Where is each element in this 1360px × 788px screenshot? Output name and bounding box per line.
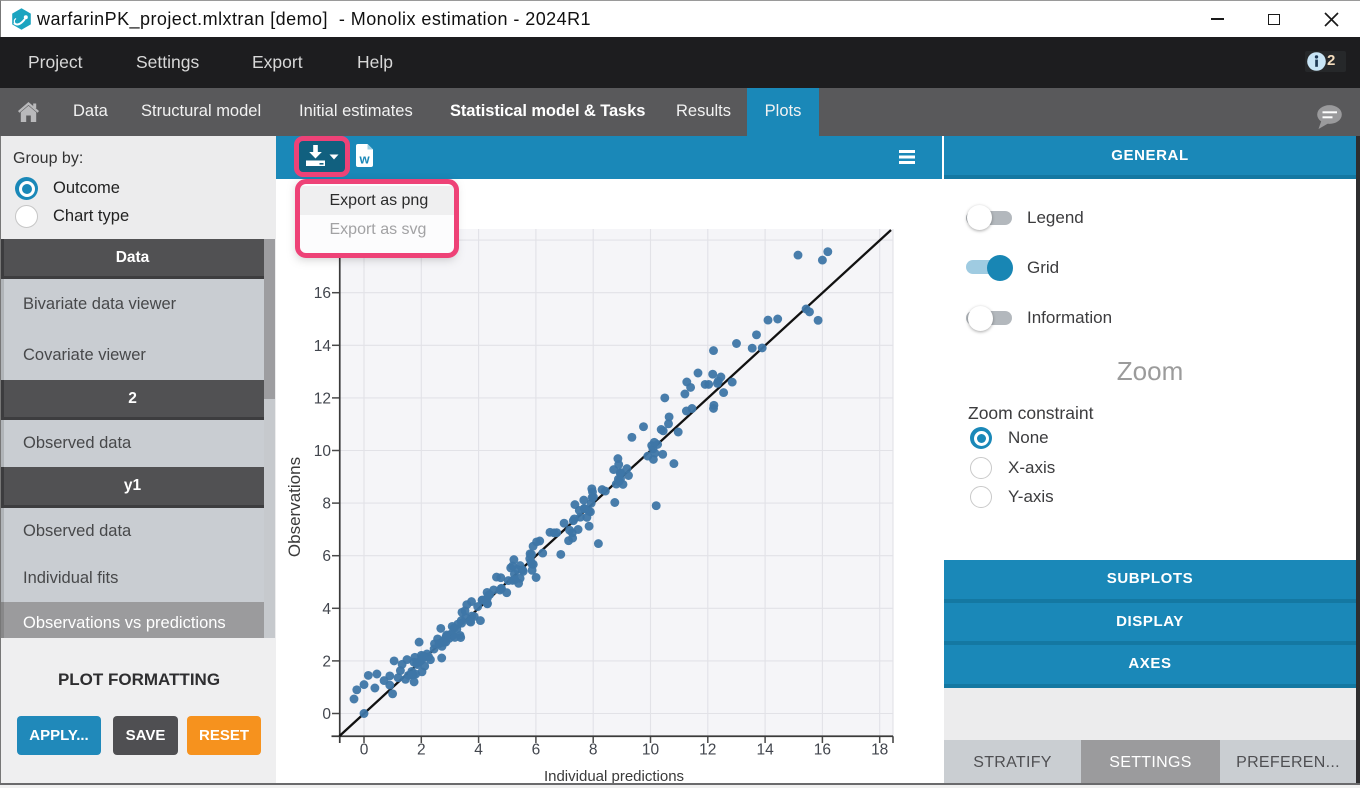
svg-text:12: 12 bbox=[699, 742, 716, 759]
svg-text:4: 4 bbox=[474, 742, 483, 759]
svg-text:2: 2 bbox=[322, 653, 331, 670]
svg-text:16: 16 bbox=[814, 742, 831, 759]
svg-text:2: 2 bbox=[417, 742, 426, 759]
svg-text:8: 8 bbox=[322, 496, 331, 513]
svg-text:14: 14 bbox=[756, 742, 774, 759]
svg-text:16: 16 bbox=[314, 285, 331, 302]
svg-text:18: 18 bbox=[871, 742, 888, 759]
svg-text:12: 12 bbox=[314, 390, 331, 407]
svg-text:6: 6 bbox=[322, 548, 331, 565]
svg-text:8: 8 bbox=[589, 742, 598, 759]
svg-text:14: 14 bbox=[314, 338, 332, 355]
svg-text:4: 4 bbox=[322, 601, 331, 618]
svg-text:6: 6 bbox=[532, 742, 541, 759]
svg-text:10: 10 bbox=[314, 443, 332, 460]
svg-text:0: 0 bbox=[322, 706, 331, 723]
svg-text:10: 10 bbox=[642, 742, 660, 759]
svg-text:Observations: Observations bbox=[285, 457, 304, 557]
svg-text:0: 0 bbox=[360, 742, 369, 759]
